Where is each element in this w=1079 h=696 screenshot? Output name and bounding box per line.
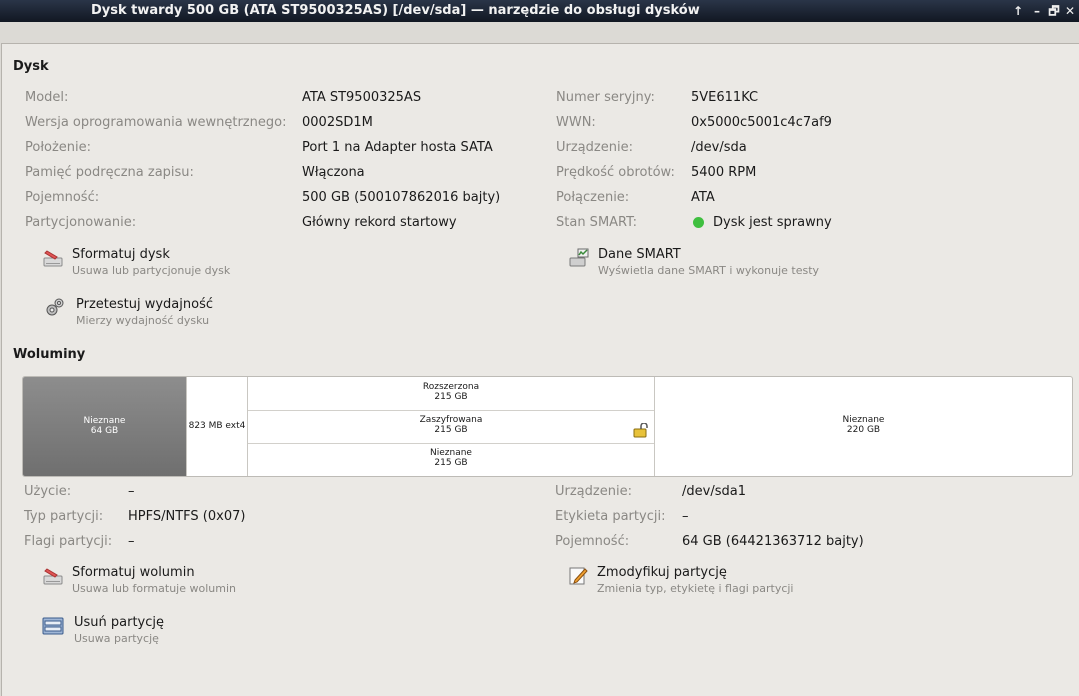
main-content: Dysk Model: ATA ST9500325AS Wersja oprog… [1,43,1079,696]
capacity-label: Pojemność: [25,190,100,205]
disk-section-title: Dysk [13,59,49,74]
write-cache-label: Pamięć podręczna zapisu: [25,165,194,180]
location-value: Port 1 na Adapter hosta SATA [302,140,493,155]
usage-label: Użycie: [24,484,72,499]
lock-icon [633,423,648,438]
volume-segment-encrypted[interactable]: Zaszyfrowana 215 GB [248,410,654,444]
edit-icon [569,567,588,585]
model-label: Model: [25,90,69,105]
minimize-button[interactable]: – [1029,3,1045,19]
partition-flags-value: – [128,534,135,549]
partition-type-value: HPFS/NTFS (0x07) [128,509,246,524]
capacity-value: 500 GB (500107862016 bajty) [302,190,501,205]
volume-segment-unknown-64gb[interactable]: Nieznane 64 GB [23,377,186,476]
gears-icon [46,298,64,316]
firmware-value: 0002SD1M [302,115,373,130]
keep-above-button[interactable]: ↑ [1010,3,1026,19]
title-bar: Dysk twardy 500 GB (ATA ST9500325AS) [/d… [0,0,1079,22]
connection-value: ATA [691,190,715,205]
volume-capacity-label: Pojemność: [555,534,630,549]
rotation-value: 5400 RPM [691,165,757,180]
volume-segment-unknown-220gb[interactable]: Nieznane 220 GB [655,377,1072,476]
format-disk-icon [43,250,63,267]
volume-device-value: /dev/sda1 [682,484,746,499]
partition-label-label: Etykieta partycji: [555,509,666,524]
format-volume-icon [43,568,63,585]
device-value: /dev/sda [691,140,747,155]
wwn-value: 0x5000c5001c4c7af9 [691,115,832,130]
maximize-button[interactable]: 🗗 [1046,3,1062,19]
smart-ok-icon [693,217,704,228]
toolbar [0,22,1079,43]
window-title: Dysk twardy 500 GB (ATA ST9500325AS) [/d… [91,3,700,18]
location-label: Położenie: [25,140,92,155]
volume-segment-extended: Rozszerzona 215 GB Zaszyfrowana 215 GB N… [248,377,654,476]
serial-value: 5VE611KC [691,90,759,105]
firmware-label: Wersja oprogramowania wewnętrznego: [25,115,287,130]
partitioning-label: Partycjonowanie: [25,215,137,230]
serial-label: Numer seryjny: [556,90,655,105]
volume-map: Nieznane 64 GB 823 MB ext4 Rozszerzona 2… [22,376,1073,477]
smart-data-icon [569,248,589,267]
wwn-label: WWN: [556,115,596,130]
smart-status-label: Stan SMART: [556,215,638,230]
volume-capacity-value: 64 GB (64421363712 bajty) [682,534,864,549]
partition-flags-label: Flagi partycji: [24,534,113,549]
partition-label-value: – [682,509,689,524]
volume-device-label: Urządzenie: [555,484,632,499]
usage-value: – [128,484,135,499]
rotation-label: Prędkość obrotów: [556,165,675,180]
smart-status-value: Dysk jest sprawny [713,215,832,230]
device-label: Urządzenie: [556,140,633,155]
delete-partition-icon [42,617,64,635]
volume-segment-unknown-inner[interactable]: Nieznane 215 GB [248,443,654,476]
partition-type-label: Typ partycji: [24,509,104,524]
write-cache-value: Włączona [302,165,365,180]
model-value: ATA ST9500325AS [302,90,422,105]
close-button[interactable]: ✕ [1062,3,1078,19]
volume-segment-extended-header[interactable]: Rozszerzona 215 GB [248,377,654,411]
connection-label: Połączenie: [556,190,630,205]
partitioning-value: Główny rekord startowy [302,215,457,230]
volume-segment-ext4[interactable]: 823 MB ext4 [187,377,247,476]
volumes-section-title: Woluminy [13,347,86,362]
